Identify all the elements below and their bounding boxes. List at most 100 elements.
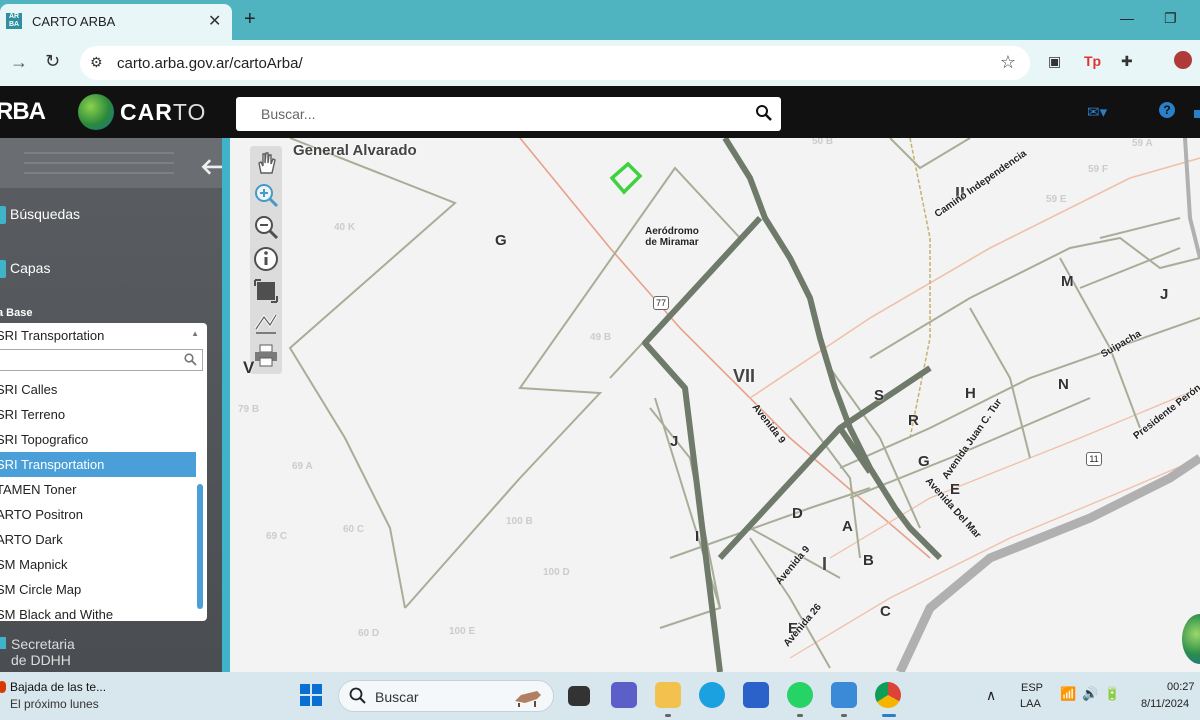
extension-icon[interactable]: ▣ <box>1048 53 1061 70</box>
taskbar-search-text: Buscar <box>375 689 419 705</box>
dropdown-scroll-thumb[interactable] <box>197 484 203 609</box>
new-tab-button[interactable]: + <box>244 9 256 29</box>
map-toolbar <box>250 146 282 374</box>
language-indicator[interactable]: ESP <box>1021 682 1043 694</box>
browser-tab-bar: AR BA CARTO ARBA ✕ + — ❐ <box>0 0 1200 40</box>
dropdown-option[interactable]: SRI Calles <box>0 377 196 402</box>
dropdown-option-label: SM Mapnick <box>0 557 68 572</box>
user-menu-icon[interactable] <box>1194 110 1200 118</box>
taskbar: Bajada de las te... El próximo lunes Bus… <box>0 672 1200 720</box>
base-map-label: a Base <box>0 307 33 319</box>
dropdown-scrollbar[interactable] <box>196 377 204 617</box>
keyboard-layout-indicator[interactable]: LAA <box>1020 698 1041 710</box>
sidebar-item-capas[interactable]: Capas <box>0 254 194 284</box>
zoom-in-icon[interactable] <box>252 181 280 209</box>
reload-icon[interactable]: ↻ <box>45 51 60 72</box>
help-icon[interactable]: ? <box>1159 102 1175 118</box>
forward-icon[interactable]: → <box>10 52 28 73</box>
map-zone-label: B <box>863 552 874 569</box>
parcel-number: 100 B <box>506 516 533 527</box>
dropdown-option[interactable]: SRI Transportation <box>0 452 196 477</box>
parcel-number: 40 K <box>334 222 356 233</box>
dropdown-option-label: SM Circle Map <box>0 582 82 597</box>
dropdown-option[interactable]: SM Black and Withe <box>0 602 196 621</box>
print-icon[interactable] <box>252 341 280 369</box>
dropdown-option-label: TAMEN Toner <box>0 482 77 497</box>
chrome-icon[interactable] <box>875 682 901 708</box>
restore-icon[interactable]: ❐ <box>1164 10 1177 27</box>
parcel-number: 100 D <box>543 567 570 578</box>
notification-title[interactable]: Bajada de las te... <box>10 680 106 694</box>
tray-overflow-icon[interactable]: ∧ <box>986 687 996 704</box>
dropdown-option-label: ARTO Dark <box>0 532 63 547</box>
map-canvas[interactable]: General Alvarado Aeródromo de Miramar 77 … <box>230 138 1200 672</box>
tray-status-icons[interactable]: 📶🔊🔋 <box>1060 686 1127 702</box>
clock-time[interactable]: 00:27 <box>1167 681 1195 693</box>
caret-up-icon: ▲ <box>191 329 199 338</box>
dropdown-option[interactable]: SRI Topografico <box>0 427 196 452</box>
full-extent-icon[interactable] <box>252 277 280 305</box>
map-zone-label: S <box>874 387 885 404</box>
map-zone-label: A <box>842 518 853 535</box>
layers-icon <box>0 260 6 278</box>
parcel-number: 100 E <box>449 626 476 637</box>
notification-badge <box>0 681 6 693</box>
dropdown-option[interactable]: ARTO Dark <box>0 527 196 552</box>
url-text[interactable]: carto.arba.gov.ar/cartoArba/ <box>117 55 303 72</box>
browser-tab[interactable]: AR BA CARTO ARBA ✕ <box>0 4 232 40</box>
address-bar[interactable]: ⚙ carto.arba.gov.ar/cartoArba/ ☆ <box>80 46 1030 80</box>
app-header: RBA CARTO ✉▾ ? <box>0 86 1200 138</box>
base-map-dropdown: SRI Calles SRI Terreno SRI Topografico SRI … <box>0 347 207 621</box>
sidebar-item-label: Secretaria de DDHH <box>11 636 75 668</box>
carto-globe-icon <box>78 94 114 130</box>
windows-start-button[interactable] <box>300 684 322 706</box>
bookmark-star-icon[interactable]: ☆ <box>1000 52 1016 73</box>
mail-icon[interactable]: ✉▾ <box>1087 103 1107 121</box>
tab-close-icon[interactable]: ✕ <box>208 11 221 31</box>
dropdown-option[interactable]: SM Circle Map <box>0 577 196 602</box>
search-icon <box>349 687 366 704</box>
base-map-select[interactable]: SRI Transportation ▲ <box>0 323 207 347</box>
search-icon[interactable] <box>755 104 773 122</box>
sidebar-item-label: Búsquedas <box>10 206 81 222</box>
edge-icon[interactable] <box>699 682 725 708</box>
search-input[interactable] <box>236 97 746 131</box>
notification-subtitle[interactable]: El próximo lunes <box>10 697 99 711</box>
map-zone-label: V <box>243 358 255 377</box>
pan-hand-icon[interactable] <box>252 149 280 177</box>
site-info-icon[interactable]: ⚙ <box>90 54 103 71</box>
sidebar-item-busquedas[interactable]: Búsquedas <box>0 200 194 230</box>
route-77-shield: 77 <box>653 296 669 310</box>
parcel-number: 69 C <box>266 531 288 542</box>
dropdown-option[interactable]: SRI Terreno <box>0 402 196 427</box>
whatsapp-icon[interactable] <box>787 682 813 708</box>
minimize-icon[interactable]: — <box>1120 10 1134 26</box>
dropdown-option[interactable]: TAMEN Toner <box>0 477 196 502</box>
map-zone-label: D <box>792 505 803 522</box>
sidebar-scrollbar[interactable] <box>222 138 230 672</box>
zoom-out-icon[interactable] <box>252 213 280 241</box>
taskbar-search[interactable]: Buscar <box>338 680 554 712</box>
sidebar: 🡐 Búsquedas Capas a Base SRI Transportat… <box>0 138 230 672</box>
store-icon[interactable] <box>743 682 769 708</box>
search-highlight-art-icon <box>515 691 541 707</box>
dropdown-option[interactable]: ARTO Positron <box>0 502 196 527</box>
file-explorer-icon[interactable] <box>655 682 681 708</box>
map-zone-label: R <box>908 412 919 429</box>
dropdown-filter-input[interactable] <box>0 349 203 371</box>
clock-date[interactable]: 8/11/2024 <box>1141 698 1189 710</box>
dropdown-option-list: SRI Calles SRI Terreno SRI Topografico SRI … <box>0 377 196 621</box>
teams-icon[interactable] <box>611 682 637 708</box>
measure-icon[interactable] <box>252 309 280 337</box>
dropdown-option[interactable]: SM Mapnick <box>0 552 196 577</box>
puzzle-icon[interactable]: ✚ <box>1121 53 1133 70</box>
photos-icon[interactable] <box>831 682 857 708</box>
task-view-icon[interactable] <box>568 686 590 706</box>
profile-avatar[interactable] <box>1174 51 1192 69</box>
map-zone-label: G <box>918 453 930 470</box>
extension-tp-icon[interactable]: Tp <box>1084 53 1101 69</box>
dropdown-option-label: SM Black and Withe <box>0 607 114 621</box>
parcel-number: 60 D <box>358 628 380 639</box>
info-icon[interactable] <box>252 245 280 273</box>
map-district-number: VII <box>733 366 756 386</box>
